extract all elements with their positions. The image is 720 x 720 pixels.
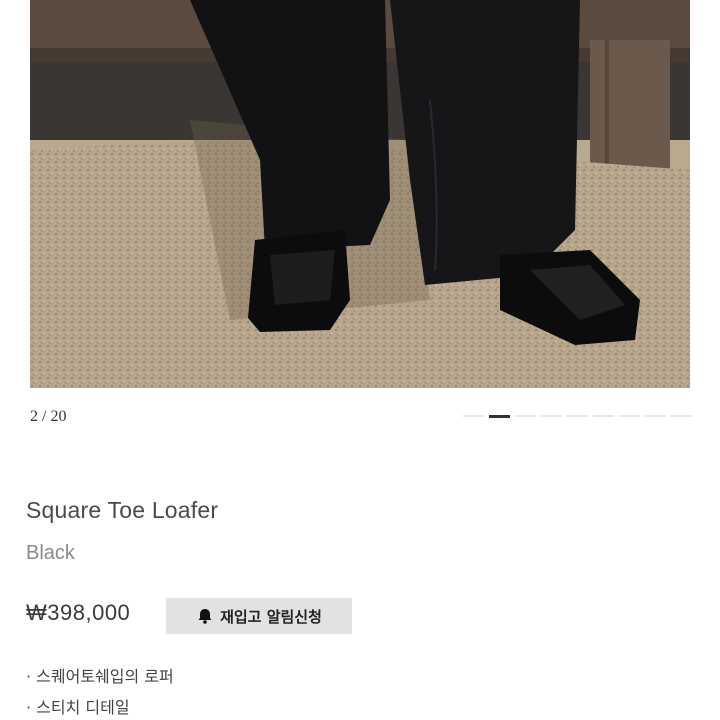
- carousel-dot[interactable]: [515, 415, 536, 417]
- restock-alert-label: 재입고 알림신청: [220, 607, 322, 626]
- carousel-dot[interactable]: [645, 415, 666, 417]
- carousel-dot[interactable]: [541, 415, 562, 417]
- feature-list: · 스퀘어토쉐입의 로퍼 · 스티치 디테일: [26, 664, 174, 720]
- product-color: Black: [26, 542, 75, 564]
- carousel-dot[interactable]: [463, 415, 484, 417]
- bell-icon: [196, 607, 214, 625]
- gallery-pagination: 2 / 20: [30, 404, 692, 432]
- carousel-dot[interactable]: [671, 415, 692, 417]
- carousel-dot[interactable]: [593, 415, 614, 417]
- carousel-dot[interactable]: [619, 415, 640, 417]
- feature-item: · 스티치 디테일: [26, 698, 130, 717]
- carousel-dot[interactable]: [489, 414, 510, 418]
- carousel-dot[interactable]: [567, 415, 588, 417]
- restock-alert-button[interactable]: 재입고 알림신청: [166, 598, 352, 634]
- product-title: Square Toe Loafer: [26, 497, 219, 523]
- carousel-indicators: [463, 414, 692, 418]
- image-counter: 2 / 20: [30, 408, 67, 425]
- product-image[interactable]: [30, 0, 690, 388]
- product-price: ₩398,000: [26, 600, 131, 625]
- feature-item: · 스퀘어토쉐입의 로퍼: [26, 667, 174, 686]
